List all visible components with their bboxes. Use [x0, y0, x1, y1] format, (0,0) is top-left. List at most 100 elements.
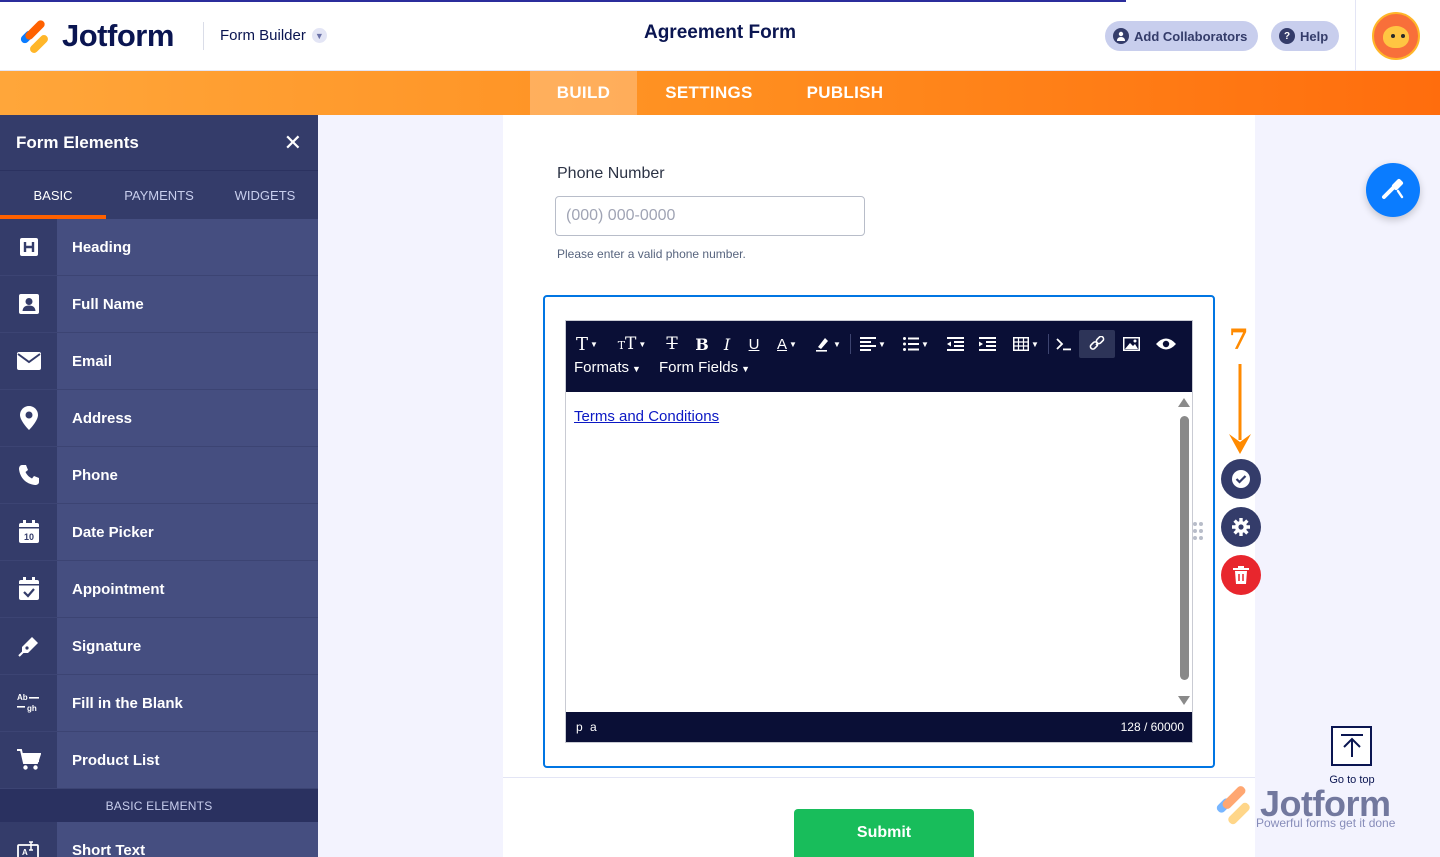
tab-build[interactable]: BUILD [530, 71, 637, 115]
highlight-icon[interactable]: ▼ [812, 330, 844, 358]
editor-toolbar: T ▼ TT ▼ T B I U A ▼ ▼ ▼ ▼ ▼ Formats ▼ F… [566, 321, 1192, 392]
help-button[interactable]: ? Help [1271, 21, 1340, 51]
sidebar-item-label: Short Text [72, 841, 146, 857]
close-icon[interactable]: ✕ [284, 131, 302, 154]
heading-icon [0, 219, 57, 275]
form-builder-menu[interactable]: Form Builder ▼ [220, 27, 327, 44]
text-color-icon[interactable]: A ▼ [772, 330, 802, 358]
font-size-button[interactable]: TT ▼ [614, 330, 650, 358]
field-settings-button[interactable] [1221, 507, 1261, 547]
avatar-eye [1401, 34, 1405, 38]
tab-publish[interactable]: PUBLISH [795, 71, 895, 115]
bold-icon[interactable]: B [690, 330, 714, 358]
clear-format-icon[interactable]: T [660, 330, 684, 358]
arrow-up-icon [1340, 734, 1363, 757]
field-confirm-button[interactable] [1221, 459, 1261, 499]
pen-icon [0, 618, 57, 674]
tab-basic[interactable]: BASIC [0, 171, 106, 219]
help-label: Help [1300, 28, 1329, 44]
caret-down-icon: ▼ [632, 364, 641, 374]
table-icon[interactable]: ▼ [1009, 330, 1043, 358]
panel-header: Form Elements ✕ [0, 115, 318, 170]
sidebar-item-label: Signature [72, 637, 142, 655]
user-avatar[interactable] [1372, 12, 1420, 60]
watermark-logo-icon [1214, 784, 1252, 826]
user-icon [1113, 28, 1129, 44]
sidebar-item-email[interactable]: Email [0, 333, 318, 390]
rich-text-editor: T ▼ TT ▼ T B I U A ▼ ▼ ▼ ▼ ▼ Formats ▼ F… [565, 320, 1193, 743]
form-fields-label: Form Fields [658, 359, 739, 376]
editor-scrollbar[interactable] [1177, 396, 1191, 708]
builder-tab-bar: BUILD SETTINGS PUBLISH [0, 71, 1440, 115]
scrollbar-thumb[interactable] [1180, 416, 1189, 680]
scroll-down-arrow-icon[interactable] [1178, 696, 1190, 705]
paint-roller-icon [1382, 178, 1404, 199]
add-collaborators-label: Add Collaborators [1134, 28, 1248, 44]
brand-name: Jotform [62, 18, 174, 53]
sidebar-item-signature[interactable]: Signature [0, 618, 318, 675]
sidebar-item-appointment[interactable]: Appointment [0, 561, 318, 618]
chevron-down-icon: ▼ [311, 28, 327, 43]
annotation-arrow-icon [1229, 364, 1251, 454]
form-fields-dropdown[interactable]: Form Fields ▼ [659, 359, 750, 379]
sidebar-item-address[interactable]: Address [0, 390, 318, 447]
phone-number-label[interactable]: Phone Number [557, 165, 665, 183]
avatar-face [1383, 26, 1409, 48]
tab-widgets[interactable]: WIDGETS [212, 171, 318, 219]
character-count: 128 / 60000 [1120, 720, 1184, 734]
image-icon[interactable] [1119, 330, 1143, 358]
sidebar-item-label: Fill in the Blank [72, 694, 183, 712]
italic-icon[interactable]: I [716, 330, 738, 358]
sidebar-item-label: Address [72, 409, 133, 427]
field-delete-button[interactable] [1221, 555, 1261, 595]
sidebar-item-full-name[interactable]: Full Name [0, 276, 318, 333]
add-collaborators-button[interactable]: Add Collaborators [1105, 21, 1259, 51]
sidebar-item-label: Phone [72, 466, 118, 484]
editor-content-area[interactable]: Terms and Conditions [566, 392, 1192, 712]
caret-down-icon: ▼ [741, 364, 751, 374]
font-family-icon: T [576, 333, 589, 355]
svg-text:gh: gh [27, 704, 37, 713]
short-text-icon: A [0, 822, 57, 857]
indent-icon[interactable] [975, 330, 999, 358]
toolbar-row-2: Formats ▼ Form Fields ▼ [574, 359, 750, 379]
bullet-list-icon[interactable]: ▼ [899, 330, 933, 358]
preview-eye-icon[interactable] [1153, 330, 1179, 358]
jotform-logo[interactable]: Jotform [18, 18, 174, 55]
person-icon [0, 276, 57, 332]
sidebar-item-short-text[interactable]: A Short Text [0, 822, 318, 857]
phone-number-input[interactable] [555, 196, 865, 236]
tab-payments[interactable]: PAYMENTS [106, 171, 212, 219]
tab-settings[interactable]: SETTINGS [650, 71, 768, 115]
font-size-icon: TT [617, 334, 637, 354]
sidebar-item-label: Appointment [72, 580, 165, 598]
align-icon[interactable]: ▼ [856, 330, 890, 358]
source-code-icon[interactable] [1052, 330, 1076, 358]
trash-icon [1233, 566, 1249, 584]
resize-handle-icon[interactable] [1193, 522, 1205, 542]
formats-label: Formats [574, 359, 630, 376]
jotform-logo-icon [18, 18, 50, 55]
form-elements-panel: Form Elements ✕ BASIC PAYMENTS WIDGETS H… [0, 115, 318, 857]
formats-dropdown[interactable]: Formats ▼ [574, 359, 641, 379]
header-divider [203, 22, 204, 50]
terms-and-conditions-link[interactable]: Terms and Conditions [574, 408, 719, 425]
sidebar-item-phone[interactable]: Phone [0, 447, 318, 504]
outdent-icon[interactable] [943, 330, 967, 358]
submit-button[interactable]: Submit [794, 809, 974, 857]
toolbar-separator [850, 334, 851, 354]
font-family-button[interactable]: T ▼ [572, 330, 602, 358]
sidebar-item-date-picker[interactable]: 10 Date Picker [0, 504, 318, 561]
link-icon[interactable] [1079, 330, 1115, 358]
sidebar-item-heading[interactable]: Heading [0, 219, 318, 276]
element-path[interactable]: p a [576, 720, 599, 734]
sidebar-item-fill-in-the-blank[interactable]: Ab gh Fill in the Blank [0, 675, 318, 732]
form-designer-button[interactable] [1366, 163, 1420, 217]
scroll-up-arrow-icon[interactable] [1178, 398, 1190, 407]
underline-icon[interactable]: U [742, 330, 766, 358]
go-to-top-button[interactable] [1331, 726, 1372, 766]
basic-elements-section-header: BASIC ELEMENTS [0, 789, 318, 822]
sidebar-item-product-list[interactable]: Product List [0, 732, 318, 789]
toolbar-separator [1048, 334, 1049, 354]
svg-text:Ab: Ab [17, 693, 28, 702]
